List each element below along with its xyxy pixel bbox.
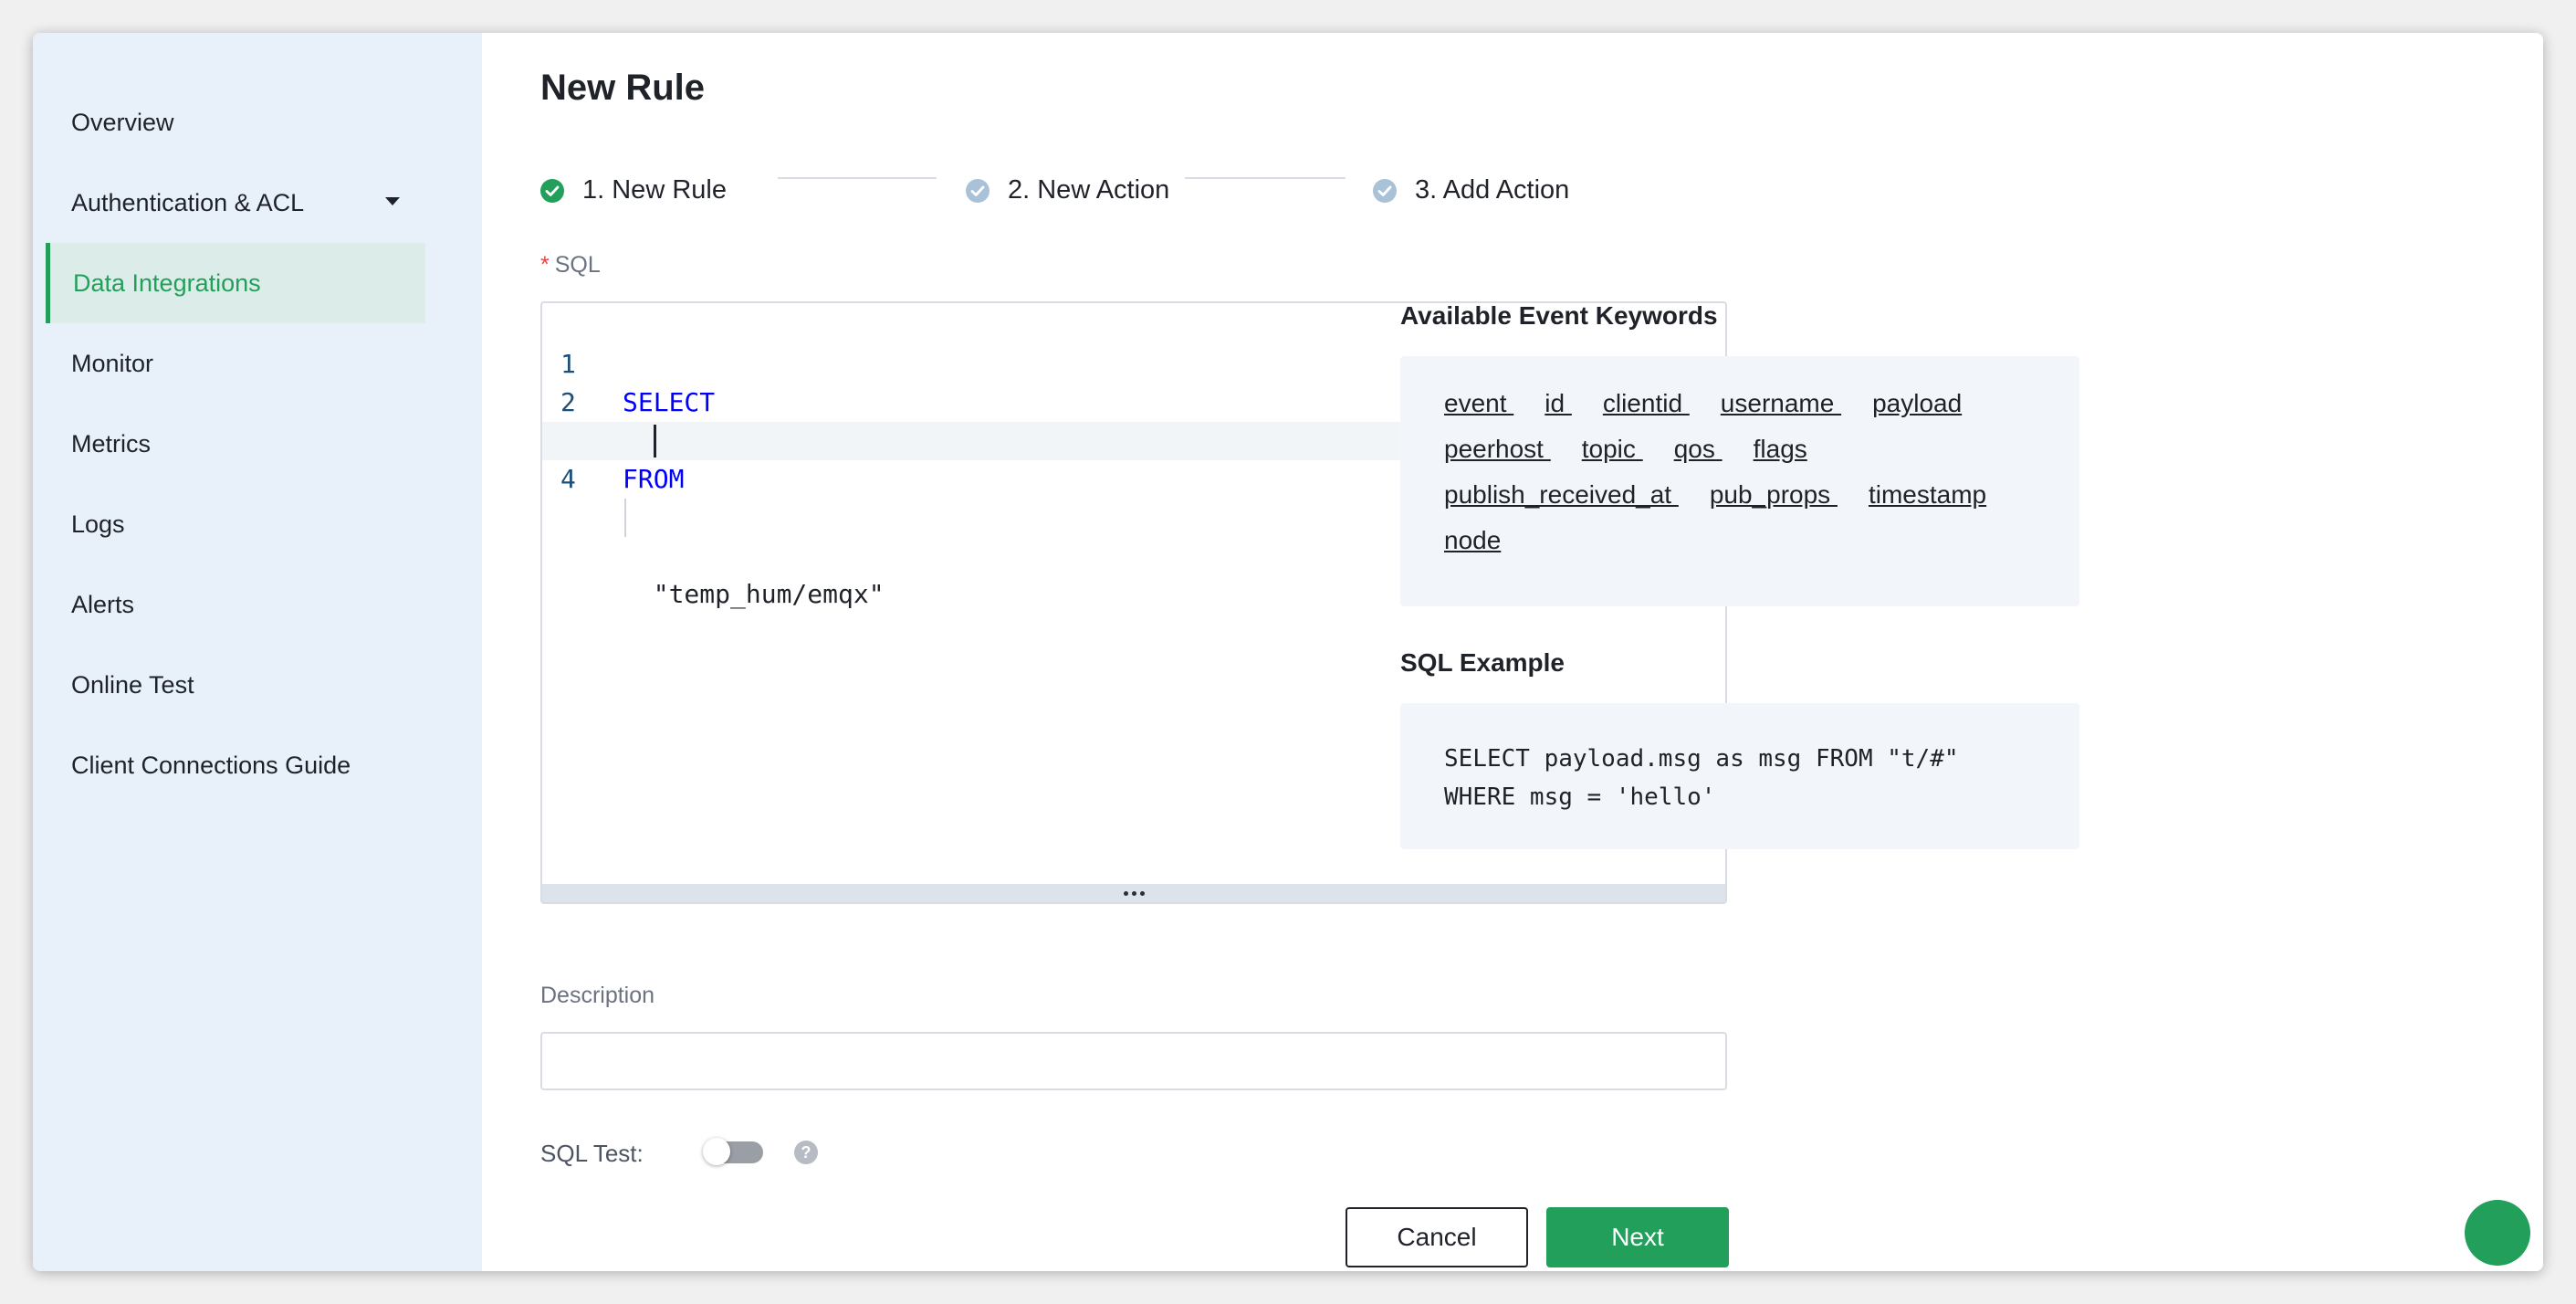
check-circle-icon [540, 178, 564, 203]
check-circle-icon [966, 178, 990, 203]
step-connector [1185, 177, 1346, 179]
keyword-link[interactable]: topic [1582, 435, 1643, 464]
sidebar-item-label: Overview [71, 108, 174, 136]
sql-label-text: SQL [554, 252, 601, 278]
sidebar-item-data-integrations[interactable]: Data Integrations [46, 243, 425, 323]
next-button[interactable]: Next [1546, 1207, 1729, 1267]
keyword-link[interactable]: pub_props [1710, 480, 1838, 510]
line-number: 4 [560, 464, 576, 494]
step-label: 1. New Rule [582, 175, 727, 205]
keyword-link[interactable]: timestamp [1869, 480, 1986, 510]
sidebar-item-monitor[interactable]: Monitor [46, 323, 425, 404]
sql-example-panel: SELECT payload.msg as msg FROM "t/#" WHE… [1400, 703, 2079, 849]
editor-resize-handle[interactable] [542, 884, 1725, 902]
keyword-link[interactable]: publish_received_at [1444, 480, 1679, 510]
text-cursor [654, 425, 656, 457]
sidebar: Overview Authentication & ACL Data Integ… [33, 33, 482, 1271]
keyword-link[interactable]: node [1444, 526, 1501, 555]
keyword-link[interactable]: flags [1754, 435, 1807, 464]
sql-field-label: * SQL [540, 252, 601, 279]
sidebar-item-label: Data Integrations [73, 268, 261, 297]
keyword-link[interactable]: username [1721, 389, 1841, 418]
step-add-action: 3. Add Action [1373, 175, 1569, 205]
sidebar-item-authentication-acl[interactable]: Authentication & ACL [46, 163, 425, 243]
check-circle-icon [1373, 178, 1397, 203]
sidebar-item-label: Alerts [71, 590, 135, 618]
sidebar-item-online-test[interactable]: Online Test [46, 645, 425, 725]
sidebar-item-label: Authentication & ACL [71, 188, 305, 216]
sidebar-item-client-connections-guide[interactable]: Client Connections Guide [46, 725, 425, 805]
sql-test-toggle[interactable] [703, 1138, 763, 1165]
assistant-fab[interactable] [2465, 1200, 2530, 1266]
required-mark: * [540, 252, 550, 278]
toggle-knob [703, 1138, 730, 1165]
step-label: 3. Add Action [1415, 175, 1570, 205]
keyword-row: publish_received_at pub_props timestamp [1444, 480, 1986, 510]
keywords-panel: event id clientid username payload peerh… [1400, 356, 2079, 606]
keywords-panel-title: Available Event Keywords [1400, 301, 1718, 330]
description-input[interactable] [540, 1032, 1727, 1090]
more-dots-icon [1123, 890, 1145, 896]
keyword-link[interactable]: clientid [1603, 389, 1690, 418]
app-window: Overview Authentication & ACL Data Integ… [33, 33, 2543, 1271]
keyword-link[interactable]: peerhost [1444, 435, 1551, 464]
sql-example-title: SQL Example [1400, 648, 1565, 677]
step-new-action: 2. New Action [966, 175, 1169, 205]
sidebar-item-logs[interactable]: Logs [46, 484, 425, 564]
keyword-link[interactable]: event [1444, 389, 1513, 418]
keyword-row: peerhost topic qos flags [1444, 435, 1807, 464]
sql-test-label: SQL Test: [540, 1140, 644, 1167]
step-label: 2. New Action [1008, 175, 1170, 205]
page-title: New Rule [540, 68, 706, 108]
sidebar-item-label: Online Test [71, 670, 194, 699]
sidebar-item-label: Monitor [71, 349, 154, 377]
cancel-button[interactable]: Cancel [1346, 1207, 1528, 1267]
step-connector [778, 177, 937, 179]
sidebar-item-metrics[interactable]: Metrics [46, 404, 425, 484]
keyword-link[interactable]: qos [1674, 435, 1723, 464]
keyword-row: event id clientid username payload [1444, 389, 1962, 418]
code-text: "temp_hum/emqx" [623, 579, 885, 609]
description-label: Description [540, 983, 655, 1008]
step-new-rule: 1. New Rule [540, 175, 727, 205]
sql-example-code: SELECT payload.msg as msg FROM "t/#" WHE… [1444, 745, 1959, 811]
keyword-link[interactable]: payload [1872, 389, 1962, 418]
sidebar-item-label: Logs [71, 510, 125, 538]
sidebar-item-overview[interactable]: Overview [46, 82, 425, 163]
help-icon[interactable]: ? [794, 1141, 818, 1164]
keyword-link[interactable]: id [1545, 389, 1572, 418]
caret-down-icon [385, 197, 400, 205]
keyword-row: node [1444, 526, 1501, 555]
indent-guide [624, 499, 626, 537]
sidebar-item-label: Metrics [71, 429, 151, 457]
sidebar-item-alerts[interactable]: Alerts [46, 564, 425, 645]
sidebar-item-label: Client Connections Guide [71, 751, 351, 779]
